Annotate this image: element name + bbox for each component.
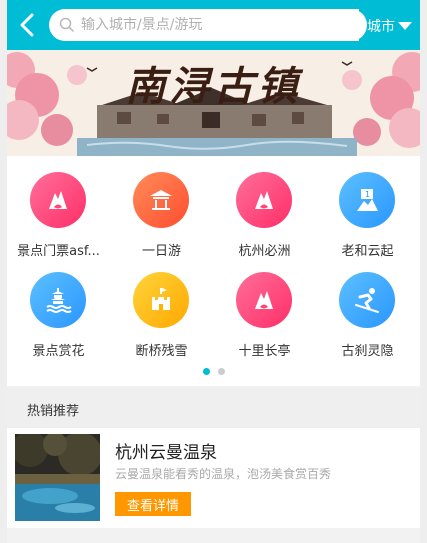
- search-box[interactable]: [49, 9, 359, 41]
- dropdown-arrow-icon: [398, 22, 412, 30]
- category-item[interactable]: 断桥残雪: [110, 256, 213, 359]
- banner-title: 南浔古镇: [125, 63, 302, 110]
- pagoda-icon: [30, 272, 86, 328]
- city-label: 城市: [367, 19, 395, 35]
- product-thumbnail: [15, 434, 100, 521]
- mountain-icon: [236, 172, 292, 228]
- category-item[interactable]: 一日游: [110, 156, 213, 259]
- category-item[interactable]: 景点门票asf...: [7, 156, 110, 259]
- category-item[interactable]: 古刹灵隐: [316, 256, 419, 359]
- section-title: 热销推荐: [27, 404, 80, 419]
- category-item[interactable]: 景点赏花: [7, 256, 110, 359]
- category-label: 断桥残雪: [135, 344, 188, 359]
- product-title: 杭州云曼温泉: [115, 443, 217, 463]
- mountain-icon: [30, 172, 86, 228]
- mountain-icon: [236, 272, 292, 328]
- castle-icon: [133, 272, 189, 328]
- flag-mountain-icon: 1: [339, 172, 395, 228]
- skier-icon: [339, 272, 395, 328]
- back-button[interactable]: [15, 11, 39, 39]
- app-frame: 城市: [7, 0, 420, 543]
- category-item[interactable]: 1 老和云起: [316, 156, 419, 259]
- back-arrow-icon: [20, 13, 34, 37]
- pager-dot[interactable]: [218, 368, 225, 375]
- product-description: 云曼温泉能看秀的温泉，泡汤美食赏百秀: [115, 467, 332, 481]
- pavilion-icon: [133, 172, 189, 228]
- category-item[interactable]: 杭州必洲: [213, 156, 316, 259]
- banner-carousel[interactable]: 南浔古镇: [7, 50, 420, 156]
- pager-dot-active[interactable]: [203, 368, 210, 375]
- svg-text:1: 1: [365, 190, 370, 199]
- view-details-button[interactable]: 查看详情: [115, 492, 191, 516]
- category-label: 景点赏花: [32, 344, 85, 359]
- category-label: 古刹灵隐: [341, 344, 394, 359]
- category-item[interactable]: 十里长亭: [213, 256, 316, 359]
- search-input[interactable]: [81, 17, 341, 33]
- section-header: 热销推荐: [7, 388, 420, 428]
- product-card[interactable]: 杭州云曼温泉 云曼温泉能看秀的温泉，泡汤美食赏百秀 查看详情: [7, 428, 420, 528]
- search-icon: [59, 17, 74, 32]
- category-grid: 景点门票asf... 一日游 杭州必洲 1 老和云起 景点赏花 断桥残雪 十里长…: [7, 156, 420, 386]
- city-selector[interactable]: 城市: [367, 13, 420, 39]
- pager-dots: [7, 368, 420, 378]
- top-bar: 城市: [7, 0, 420, 50]
- category-label: 十里长亭: [238, 344, 291, 359]
